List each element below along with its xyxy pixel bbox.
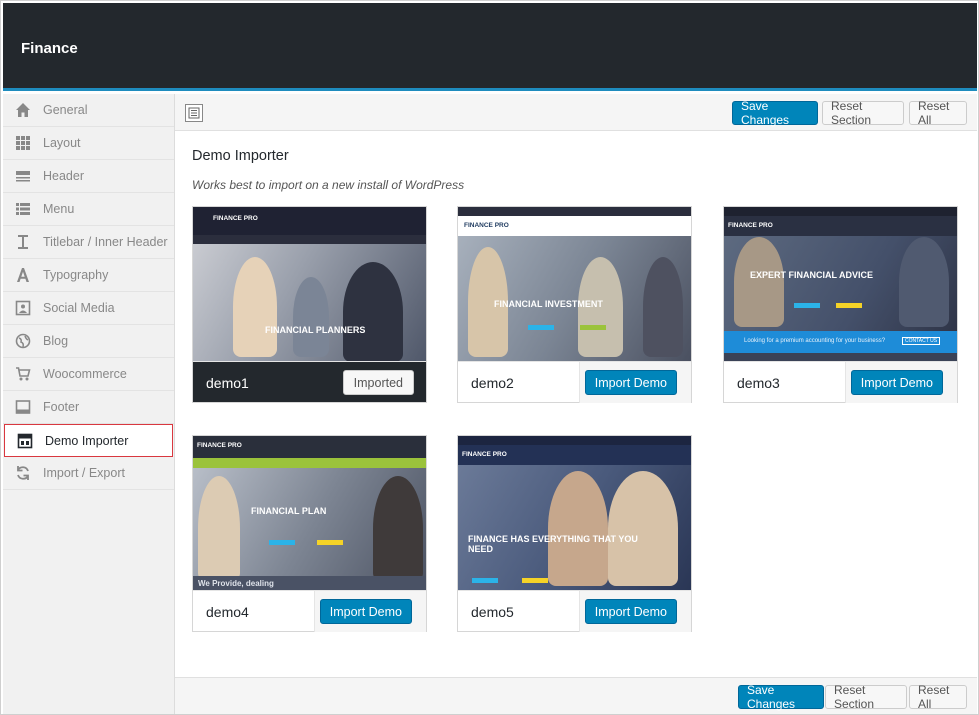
import-demo-button[interactable]: Import Demo [319,599,412,624]
demo-name: demo3 [737,375,780,391]
list-icon [15,201,31,217]
sidebar-item-layout[interactable]: Layout [3,127,174,160]
sidebar-item-import-export[interactable]: Import / Export [3,457,174,490]
footer-icon [15,399,31,415]
demo-actions: Import Demo [579,362,691,403]
thumb-cta: CONTACT US [902,337,941,345]
expand-options-button[interactable] [185,104,203,122]
demo-name: demo1 [206,375,249,391]
save-changes-button-bottom[interactable]: Save Changes [738,683,824,711]
demo-footer: demo2 Import Demo [458,361,691,403]
import-demo-button[interactable]: Import Demo [584,599,677,624]
thumb-logo: FINANCE PRO [197,442,242,449]
sidebar-item-typography[interactable]: Typography [3,259,174,292]
sidebar-item-woocommerce[interactable]: Woocommerce [3,358,174,391]
demo-card: FINANCE PRO FINANCIAL INVESTMENT demo2 I… [457,206,692,403]
demo-thumbnail: FINANCE PRO EXPERT FINANCIAL ADVICE Look… [724,207,957,361]
demo-thumbnail: FINANCE PRO FINANCE HAS EVERYTHING THAT … [458,436,691,590]
sidebar-item-header[interactable]: Header [3,160,174,193]
thumb-headline: FINANCIAL PLAN [251,506,327,516]
section-description: Works best to import on a new install of… [192,178,465,192]
sidebar-item-general[interactable]: General [3,94,174,127]
sidebar-item-label: Footer [43,400,80,414]
reset-section-button-bottom[interactable]: Reset Section [825,683,907,711]
demo-name: demo4 [206,604,249,620]
list-view-icon [188,107,200,119]
section-title: Demo Importer [192,148,289,164]
demo-thumbnail: FINANCE PRO FINANCIAL INVESTMENT [458,207,691,361]
thumb-logo: FINANCE PRO [462,451,507,458]
sidebar-item-label: General [43,103,88,117]
demo-footer: demo4 Import Demo [193,590,426,632]
page-title: Finance [21,40,78,57]
typography-icon [15,267,31,283]
header-icon [15,168,31,184]
home-icon [15,102,31,118]
demo-thumbnail: FINANCE PRO FINANCIAL PLAN We Provide, d… [193,436,426,590]
demo-footer: demo1 Imported [193,361,426,402]
sidebar-item-label: Titlebar / Inner Header [43,235,168,249]
globe-icon [15,333,31,349]
options-panel: Finance General Layout Header Menu Title… [0,0,979,715]
reset-section-button[interactable]: Reset Section [822,99,904,127]
main-content: Save Changes Reset Section Reset All Dem… [175,94,977,714]
refresh-icon [15,465,31,481]
thumb-headline: FINANCIAL PLANNERS [265,325,366,335]
text-cursor-icon [15,234,31,250]
sidebar-item-social-media[interactable]: Social Media [3,292,174,325]
bottom-toolbar: Save Changes Reset Section Reset All [175,677,977,714]
sidebar-item-label: Typography [43,268,109,282]
thumb-subline: We Provide, dealing [198,579,274,588]
sidebar-item-label: Demo Importer [45,433,129,448]
thumb-headline: FINANCE HAS EVERYTHING THAT YOU NEED [468,534,638,554]
demo-thumbnail: FINANCE PRO FINANCIAL PLANNERS [193,207,426,361]
sidebar-item-label: Import / Export [43,466,125,480]
demo-actions: Import Demo [579,591,691,632]
thumb-logo: FINANCE PRO [464,222,509,229]
sidebar-item-label: Blog [43,334,69,348]
thumb-headline: EXPERT FINANCIAL ADVICE [750,270,874,280]
grid-icon [15,135,31,151]
thumb-headline: FINANCIAL INVESTMENT [494,299,603,309]
sidebar-item-blog[interactable]: Blog [3,325,174,358]
reset-all-button[interactable]: Reset All [909,99,967,127]
sidebar-item-footer[interactable]: Footer [3,391,174,424]
import-demo-button[interactable]: Import Demo [850,370,943,395]
demo-card: FINANCE PRO FINANCIAL PLAN We Provide, d… [192,435,427,632]
demo-actions: Import Demo [845,362,957,403]
demo-card: FINANCE PRO FINANCIAL PLANNERS demo1 Imp… [192,206,427,403]
sidebar-item-label: Header [43,169,84,183]
demo-card: FINANCE PRO EXPERT FINANCIAL ADVICE Look… [723,206,958,403]
importer-icon [17,433,33,449]
demo-actions: Imported [314,362,426,403]
demo-footer: demo3 Import Demo [724,361,957,403]
thumb-logo: FINANCE PRO [213,215,258,222]
reset-all-button-bottom[interactable]: Reset All [909,683,967,711]
sidebar: General Layout Header Menu Titlebar / In… [3,94,175,714]
demo-name: demo2 [471,375,514,391]
thumb-tagline: Looking for a premium accounting for you… [744,338,886,344]
demo-actions: Import Demo [314,591,426,632]
header-bar: Finance [3,3,977,91]
sidebar-item-label: Woocommerce [43,367,127,381]
import-demo-button[interactable]: Import Demo [584,370,677,395]
sidebar-item-label: Menu [43,202,75,216]
sidebar-item-demo-importer[interactable]: Demo Importer [4,424,173,457]
share-icon [15,300,31,316]
sidebar-item-label: Social Media [43,301,115,315]
sidebar-item-menu[interactable]: Menu [3,193,174,226]
thumb-logo: FINANCE PRO [728,222,773,229]
demo-name: demo5 [471,604,514,620]
save-changes-button[interactable]: Save Changes [732,99,818,127]
top-toolbar: Save Changes Reset Section Reset All [175,94,977,131]
demo-footer: demo5 Import Demo [458,590,691,632]
demo-card: FINANCE PRO FINANCE HAS EVERYTHING THAT … [457,435,692,632]
sidebar-item-label: Layout [43,136,81,150]
sidebar-item-titlebar[interactable]: Titlebar / Inner Header [3,226,174,259]
cart-icon [15,366,31,382]
imported-button[interactable]: Imported [342,370,414,395]
